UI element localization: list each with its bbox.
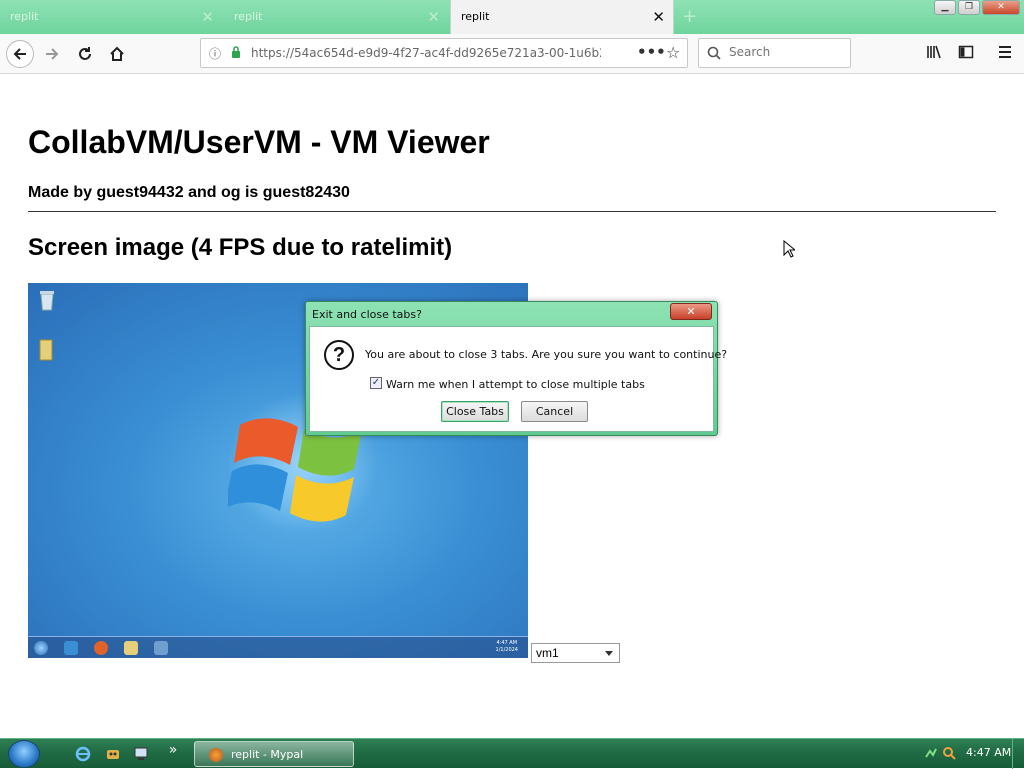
taskbar-clock[interactable]: 4:47 AM	[966, 746, 1011, 759]
folder-icon	[39, 339, 53, 361]
start-orb-icon[interactable]	[8, 740, 40, 768]
taskbar-item-mypal[interactable]: replit - Mypal	[194, 741, 354, 767]
tab-close-icon[interactable]: ✕	[201, 0, 214, 34]
window-close-button[interactable]: ✕	[982, 0, 1020, 15]
dialog-close-button[interactable]: ✕	[670, 303, 712, 320]
tab-replit-2[interactable]: replit ✕	[224, 0, 448, 34]
section-heading: Screen image (4 FPS due to ratelimit)	[28, 234, 453, 261]
lock-icon	[232, 46, 240, 58]
nav-bar: ⓘ https://54ac654d-e9d9-4f27-ac4f-dd9265…	[0, 34, 1024, 74]
tab-label: replit	[461, 10, 490, 23]
divider	[28, 211, 996, 212]
search-box[interactable]	[698, 38, 851, 68]
vm-firefox-icon	[94, 641, 108, 655]
computer-icon[interactable]	[132, 745, 150, 763]
page-subtitle: Made by guest94432 and og is guest82430	[28, 184, 350, 201]
windows-taskbar: » replit - Mypal 4:47 AM	[0, 738, 1024, 769]
vm-start-orb-icon	[34, 641, 48, 655]
reload-button[interactable]	[71, 40, 99, 68]
home-button[interactable]	[103, 40, 131, 68]
warn-checkbox-label[interactable]: Warn me when I attempt to close multiple…	[386, 378, 645, 391]
dialog-title: Exit and close tabs?	[312, 308, 422, 321]
tab-strip: replit ✕ replit ✕ replit ✕ + ▁ ❐ ✕	[0, 0, 1024, 34]
vm-select[interactable]: vm1	[531, 643, 620, 663]
cancel-button[interactable]: Cancel	[521, 401, 588, 422]
show-desktop-button[interactable]	[1012, 739, 1024, 769]
network-icon[interactable]	[924, 746, 938, 760]
recycle-bin-icon	[40, 291, 54, 311]
page-actions-icon[interactable]: •••	[637, 43, 666, 61]
reload-icon	[79, 47, 91, 60]
vm-clock: 4:47 AM 1/1/2024	[496, 640, 518, 654]
vm-clock-time: 4:47 AM	[496, 640, 518, 646]
vm-taskbar: 4:47 AM 1/1/2024	[28, 636, 528, 658]
vm-explorer-icon	[124, 641, 138, 655]
minimize-button[interactable]: ▁	[934, 0, 956, 15]
page-title: CollabVM/UserVM - VM Viewer	[28, 124, 490, 160]
forward-icon	[46, 48, 59, 60]
mouse-cursor-icon	[783, 240, 795, 258]
restore-button[interactable]: ❐	[958, 0, 980, 15]
tab-close-icon[interactable]: ✕	[427, 0, 440, 34]
library-icon[interactable]	[926, 44, 942, 60]
warn-checkbox[interactable]: ✓	[370, 377, 382, 389]
sidebar-icon[interactable]	[958, 44, 974, 60]
new-tab-button[interactable]: +	[682, 6, 697, 27]
back-button[interactable]	[6, 40, 34, 68]
close-tabs-dialog: Exit and close tabs? ✕ ? You are about t…	[305, 301, 727, 436]
url-bar[interactable]: ⓘ https://54ac654d-e9d9-4f27-ac4f-dd9265…	[200, 38, 688, 68]
chevron-down-icon	[605, 651, 613, 656]
search-icon	[707, 46, 721, 60]
close-tabs-button[interactable]: Close Tabs	[441, 401, 509, 422]
bookmark-star-icon[interactable]: ☆	[666, 43, 680, 62]
search-tray-icon[interactable]	[942, 746, 956, 760]
taskbar-overflow-icon[interactable]: »	[164, 741, 182, 759]
vm-media-icon	[154, 641, 168, 655]
back-icon	[13, 48, 26, 60]
menu-icon[interactable]	[997, 44, 1013, 60]
dialog-body: ? You are about to close 3 tabs. Are you…	[309, 326, 727, 432]
vm-select-value: vm1	[536, 646, 559, 660]
search-input[interactable]	[729, 45, 844, 59]
game-icon[interactable]	[104, 745, 122, 763]
vm-ie-icon	[64, 641, 78, 655]
taskbar-item-label: replit - Mypal	[231, 748, 304, 761]
dialog-message: You are about to close 3 tabs. Are you s…	[365, 348, 728, 361]
tab-close-icon[interactable]: ✕	[652, 0, 665, 34]
window-controls: ▁ ❐ ✕	[934, 0, 1020, 15]
ie-icon[interactable]	[74, 745, 92, 763]
vm-clock-date: 1/1/2024	[495, 647, 518, 653]
tab-label: replit	[234, 10, 263, 23]
tab-replit-1[interactable]: replit ✕	[0, 0, 222, 34]
tab-label: replit	[10, 10, 39, 23]
question-icon: ?	[324, 340, 354, 370]
url-text[interactable]: https://54ac654d-e9d9-4f27-ac4f-dd9265e7…	[251, 46, 601, 60]
forward-button[interactable]	[38, 40, 66, 68]
info-icon[interactable]: ⓘ	[209, 45, 221, 62]
tab-replit-3[interactable]: replit ✕	[450, 0, 674, 34]
mypal-icon	[209, 748, 223, 762]
home-icon	[110, 46, 124, 61]
